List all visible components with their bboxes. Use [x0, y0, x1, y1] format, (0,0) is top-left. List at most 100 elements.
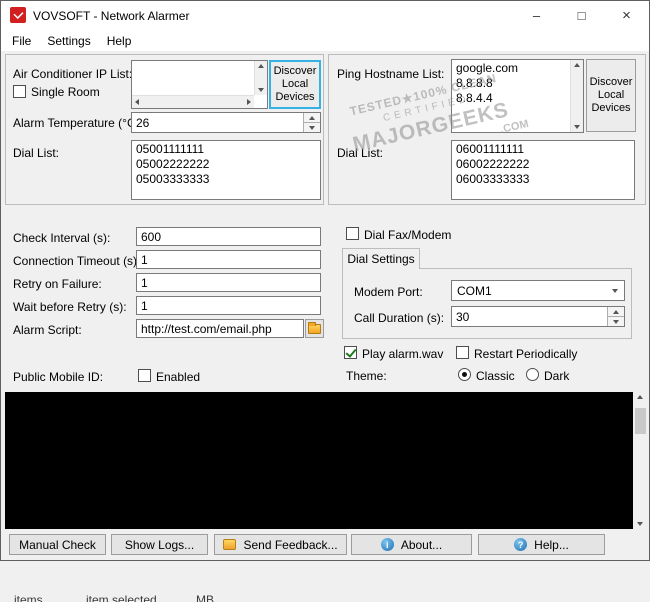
- theme-dark-radio[interactable]: [526, 368, 539, 381]
- ping-hostname-list-input[interactable]: google.com 8.8.8.8 8.8.4.4: [452, 60, 570, 132]
- scroll-down-icon[interactable]: [258, 88, 264, 92]
- statusbar-size-fragment: MB: [196, 593, 214, 602]
- alarm-script-label: Alarm Script:: [13, 323, 82, 337]
- ping-hostname-list-label: Ping Hostname List:: [337, 67, 445, 81]
- wait-before-retry-input[interactable]: [136, 296, 321, 315]
- spin-up-button[interactable]: [304, 113, 320, 123]
- modem-port-value: COM1: [457, 283, 492, 298]
- restart-periodically-label[interactable]: Restart Periodically: [474, 347, 577, 361]
- discover-local-devices-button-left[interactable]: Discover Local Devices: [269, 60, 321, 109]
- chevron-down-icon[interactable]: [606, 281, 624, 300]
- scroll-left-icon[interactable]: [135, 99, 139, 105]
- manual-check-button[interactable]: Manual Check: [9, 534, 106, 555]
- public-mobile-id-label: Public Mobile ID:: [13, 370, 104, 384]
- about-button[interactable]: About...: [351, 534, 472, 555]
- play-alarm-label[interactable]: Play alarm.wav: [362, 347, 443, 361]
- call-duration-label: Call Duration (s):: [354, 311, 445, 325]
- window-title: VOVSOFT - Network Alarmer: [33, 9, 190, 23]
- scroll-right-icon[interactable]: [247, 99, 251, 105]
- modem-port-select[interactable]: COM1: [451, 280, 625, 301]
- dial-list-label-left: Dial List:: [13, 146, 60, 160]
- send-feedback-button[interactable]: Send Feedback...: [214, 534, 347, 555]
- connection-timeout-input[interactable]: [136, 250, 321, 269]
- menu-file[interactable]: File: [4, 31, 39, 51]
- about-label: About...: [400, 537, 443, 552]
- maximize-icon: □: [577, 8, 586, 23]
- minimize-icon: –: [532, 8, 541, 23]
- theme-classic-label[interactable]: Classic: [476, 369, 515, 383]
- vertical-scrollbar[interactable]: [254, 61, 267, 95]
- scroll-up-icon[interactable]: [574, 63, 580, 67]
- help-button[interactable]: Help...: [478, 534, 605, 555]
- menu-bar: File Settings Help: [1, 30, 649, 51]
- enabled-checkbox[interactable]: [138, 369, 151, 382]
- horizontal-scrollbar[interactable]: [132, 95, 254, 108]
- dial-list-input-right[interactable]: 06001111111 06002222222 06003333333: [451, 140, 635, 200]
- feedback-icon: [223, 539, 237, 550]
- dial-settings-tab-label: Dial Settings: [347, 252, 415, 266]
- spin-up-icon: [309, 115, 315, 120]
- scroll-up-icon[interactable]: [258, 64, 264, 68]
- air-ip-list-input[interactable]: [132, 61, 254, 95]
- theme-classic-radio[interactable]: [458, 368, 471, 381]
- scroll-down-icon[interactable]: [637, 522, 643, 526]
- menu-help[interactable]: Help: [99, 31, 140, 51]
- minimize-button[interactable]: –: [514, 1, 559, 30]
- folder-icon: [308, 321, 321, 334]
- app-window: VOVSOFT - Network Alarmer – □ × File Set…: [0, 0, 650, 561]
- manual-check-label: Manual Check: [19, 537, 96, 552]
- spin-down-icon: [309, 125, 315, 130]
- call-duration-spinbox[interactable]: [451, 306, 625, 327]
- scroll-down-icon[interactable]: [574, 125, 580, 129]
- alarm-temperature-label: Alarm Temperature (°C):: [13, 116, 143, 130]
- dial-list-input-left[interactable]: 05001111111 05002222222 05003333333: [131, 140, 321, 200]
- enabled-label[interactable]: Enabled: [156, 370, 200, 384]
- call-duration-input[interactable]: [452, 307, 607, 326]
- air-ip-listbox[interactable]: [131, 60, 268, 109]
- alarm-temperature-input[interactable]: [132, 113, 303, 132]
- status-console: [5, 392, 647, 529]
- vertical-scrollbar[interactable]: [570, 60, 583, 132]
- browse-script-button[interactable]: [305, 319, 324, 338]
- alarm-script-input[interactable]: [136, 319, 304, 338]
- single-room-checkbox[interactable]: [13, 85, 26, 98]
- statusbar-selected-fragment: item selected: [86, 593, 157, 602]
- titlebar: VOVSOFT - Network Alarmer – □ ×: [1, 1, 649, 30]
- wait-before-retry-label: Wait before Retry (s):: [13, 300, 127, 314]
- check-interval-label: Check Interval (s):: [13, 231, 111, 245]
- spin-down-button[interactable]: [608, 317, 624, 326]
- single-room-label[interactable]: Single Room: [31, 85, 100, 99]
- ping-hostname-listbox[interactable]: google.com 8.8.8.8 8.8.4.4: [451, 59, 584, 133]
- air-ip-list-label: Air Conditioner IP List:: [13, 67, 133, 81]
- call-duration-spinner: [607, 307, 624, 326]
- send-feedback-label: Send Feedback...: [243, 537, 338, 552]
- statusbar-items-fragment: items: [14, 593, 43, 602]
- retry-on-failure-input[interactable]: [136, 273, 321, 292]
- theme-label: Theme:: [346, 369, 387, 383]
- theme-dark-label[interactable]: Dark: [544, 369, 569, 383]
- connection-timeout-label: Connection Timeout (s):: [13, 254, 141, 268]
- discover-local-devices-button-right[interactable]: Discover Local Devices: [586, 59, 636, 132]
- alarm-temperature-spinbox[interactable]: [131, 112, 321, 133]
- question-icon: [514, 538, 528, 551]
- spin-down-button[interactable]: [304, 123, 320, 132]
- scroll-up-icon[interactable]: [637, 395, 643, 399]
- play-alarm-checkbox[interactable]: [344, 346, 357, 359]
- app-icon: [10, 7, 26, 23]
- show-logs-label: Show Logs...: [124, 537, 195, 552]
- maximize-button[interactable]: □: [559, 1, 604, 30]
- check-interval-input[interactable]: [136, 227, 321, 246]
- restart-periodically-checkbox[interactable]: [456, 346, 469, 359]
- scrollbar-thumb[interactable]: [635, 408, 646, 434]
- dial-settings-tab[interactable]: Dial Settings: [342, 248, 420, 269]
- spin-down-icon: [613, 319, 619, 324]
- dial-list-label-right: Dial List:: [337, 146, 384, 160]
- show-logs-button[interactable]: Show Logs...: [111, 534, 208, 555]
- dial-fax-modem-checkbox[interactable]: [346, 227, 359, 240]
- dial-settings-panel: [342, 268, 632, 339]
- menu-settings[interactable]: Settings: [39, 31, 98, 51]
- dial-fax-modem-label[interactable]: Dial Fax/Modem: [364, 228, 451, 242]
- close-button[interactable]: ×: [604, 1, 649, 30]
- spin-up-button[interactable]: [608, 307, 624, 317]
- help-label: Help...: [534, 537, 569, 552]
